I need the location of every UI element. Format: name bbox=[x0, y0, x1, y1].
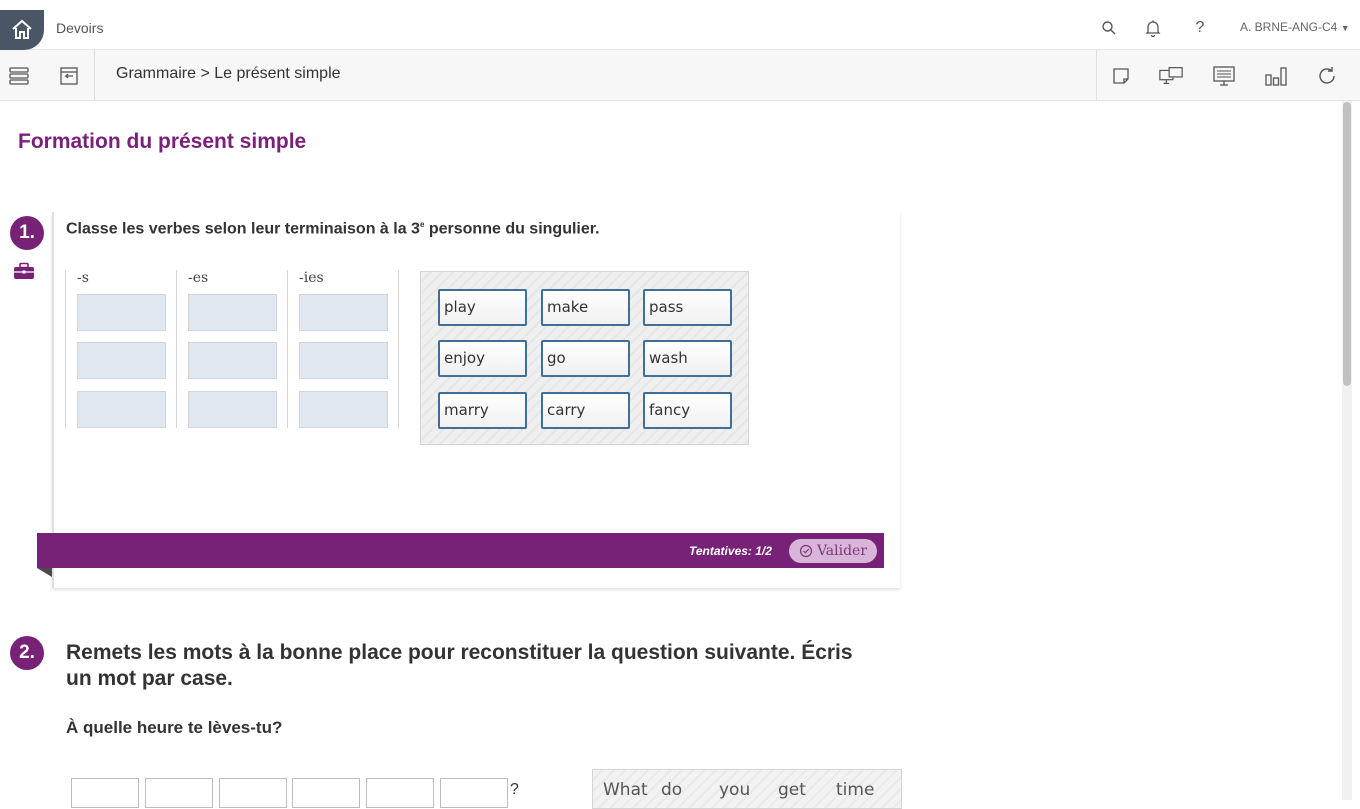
validate-button[interactable]: Valider bbox=[789, 539, 877, 563]
validate-label: Valider bbox=[816, 543, 868, 559]
toolbox-icon[interactable] bbox=[13, 262, 35, 280]
share-screen-button[interactable] bbox=[1158, 63, 1184, 89]
word-chip[interactable]: What bbox=[603, 780, 648, 800]
divider bbox=[1096, 50, 1097, 100]
note-icon bbox=[1113, 68, 1129, 84]
home-button[interactable] bbox=[0, 10, 44, 50]
column-header-ies: -ies bbox=[299, 270, 324, 286]
exercise-2-number: 2. bbox=[10, 636, 44, 670]
app-title: Devoirs bbox=[56, 20, 104, 36]
notifications-button[interactable] bbox=[1143, 18, 1163, 38]
bar-chart-icon bbox=[1265, 67, 1287, 86]
top-bar: Devoirs ? A. BRNE-ANG-C4 ▼ bbox=[0, 0, 1360, 50]
question-mark: ? bbox=[510, 781, 519, 798]
column-separator bbox=[287, 270, 288, 428]
user-menu[interactable]: A. BRNE-ANG-C4 ▼ bbox=[1240, 20, 1350, 34]
monitor-icon bbox=[1213, 66, 1235, 86]
home-icon bbox=[12, 19, 32, 39]
page-title: Formation du présent simple bbox=[18, 130, 307, 153]
stack-icon bbox=[9, 67, 29, 85]
column-separator bbox=[398, 270, 399, 428]
instruction-text-end: personne du singulier. bbox=[424, 220, 600, 238]
column-header-s: -s bbox=[77, 270, 89, 286]
answer-blank-4[interactable] bbox=[292, 778, 360, 808]
word-tile[interactable]: make bbox=[541, 289, 630, 326]
word-tile[interactable]: marry bbox=[438, 392, 527, 429]
word-chip[interactable]: you bbox=[719, 780, 750, 800]
drop-slot-ies-1[interactable] bbox=[299, 294, 388, 331]
attempts-counter: Tentatives: 1/2 bbox=[689, 544, 772, 558]
word-tile[interactable]: go bbox=[541, 340, 630, 377]
drop-slot-s-2[interactable] bbox=[77, 342, 166, 379]
divider bbox=[94, 50, 95, 100]
column-header-es: -es bbox=[188, 270, 209, 286]
menu-button[interactable] bbox=[6, 63, 32, 89]
refresh-button[interactable] bbox=[1314, 63, 1340, 89]
note-button[interactable] bbox=[1108, 63, 1134, 89]
column-separator bbox=[176, 270, 177, 428]
word-tile[interactable]: pass bbox=[643, 289, 732, 326]
answer-blank-3[interactable] bbox=[219, 778, 287, 808]
drop-slot-s-1[interactable] bbox=[77, 294, 166, 331]
exercise-1-number: 1. bbox=[10, 216, 44, 250]
word-tile[interactable]: fancy bbox=[643, 392, 732, 429]
screens-icon bbox=[1159, 67, 1183, 85]
exercise-2-instruction: Remets les mots à la bonne place pour re… bbox=[66, 641, 853, 690]
instruction-text: Classe les verbes selon leur terminaison… bbox=[66, 220, 420, 238]
word-chip[interactable]: get bbox=[778, 780, 806, 800]
drop-slot-es-1[interactable] bbox=[188, 294, 277, 331]
return-icon bbox=[60, 67, 78, 85]
word-chip[interactable]: time bbox=[836, 780, 874, 800]
return-button[interactable] bbox=[56, 63, 82, 89]
search-icon bbox=[1102, 21, 1116, 35]
help-icon: ? bbox=[1195, 19, 1205, 36]
user-name: A. BRNE-ANG-C4 bbox=[1240, 20, 1338, 34]
results-button[interactable] bbox=[1263, 63, 1289, 89]
drop-slot-s-3[interactable] bbox=[77, 391, 166, 428]
refresh-icon bbox=[1319, 67, 1335, 84]
answer-blank-2[interactable] bbox=[145, 778, 213, 808]
word-chip[interactable]: do bbox=[661, 780, 682, 800]
footer-fold bbox=[37, 568, 52, 577]
drop-slot-es-2[interactable] bbox=[188, 342, 277, 379]
word-tile[interactable]: play bbox=[438, 289, 527, 326]
caret-down-icon: ▼ bbox=[1340, 23, 1350, 33]
presentation-button[interactable] bbox=[1211, 63, 1237, 89]
bell-icon bbox=[1145, 20, 1161, 37]
exercise-1-instruction: Classe les verbes selon leur terminaison… bbox=[66, 220, 600, 238]
check-circle-icon bbox=[799, 544, 813, 558]
word-tile[interactable]: enjoy bbox=[438, 340, 527, 377]
column-separator bbox=[65, 270, 66, 428]
scrollbar-thumb[interactable] bbox=[1343, 102, 1351, 386]
drop-slot-es-3[interactable] bbox=[188, 391, 277, 428]
answer-blank-1[interactable] bbox=[71, 778, 139, 808]
word-tile[interactable]: wash bbox=[643, 340, 732, 377]
word-tile[interactable]: carry bbox=[541, 392, 630, 429]
search-button[interactable] bbox=[1099, 18, 1119, 38]
answer-blank-6[interactable] bbox=[440, 778, 508, 808]
drop-slot-ies-3[interactable] bbox=[299, 391, 388, 428]
breadcrumb[interactable]: Grammaire > Le présent simple bbox=[116, 65, 341, 83]
drop-slot-ies-2[interactable] bbox=[299, 342, 388, 379]
answer-blank-5[interactable] bbox=[366, 778, 434, 808]
toolbar: Grammaire > Le présent simple bbox=[0, 50, 1360, 101]
exercise-2-sentence: À quelle heure te lèves-tu? bbox=[66, 718, 283, 737]
help-button[interactable]: ? bbox=[1190, 18, 1210, 38]
